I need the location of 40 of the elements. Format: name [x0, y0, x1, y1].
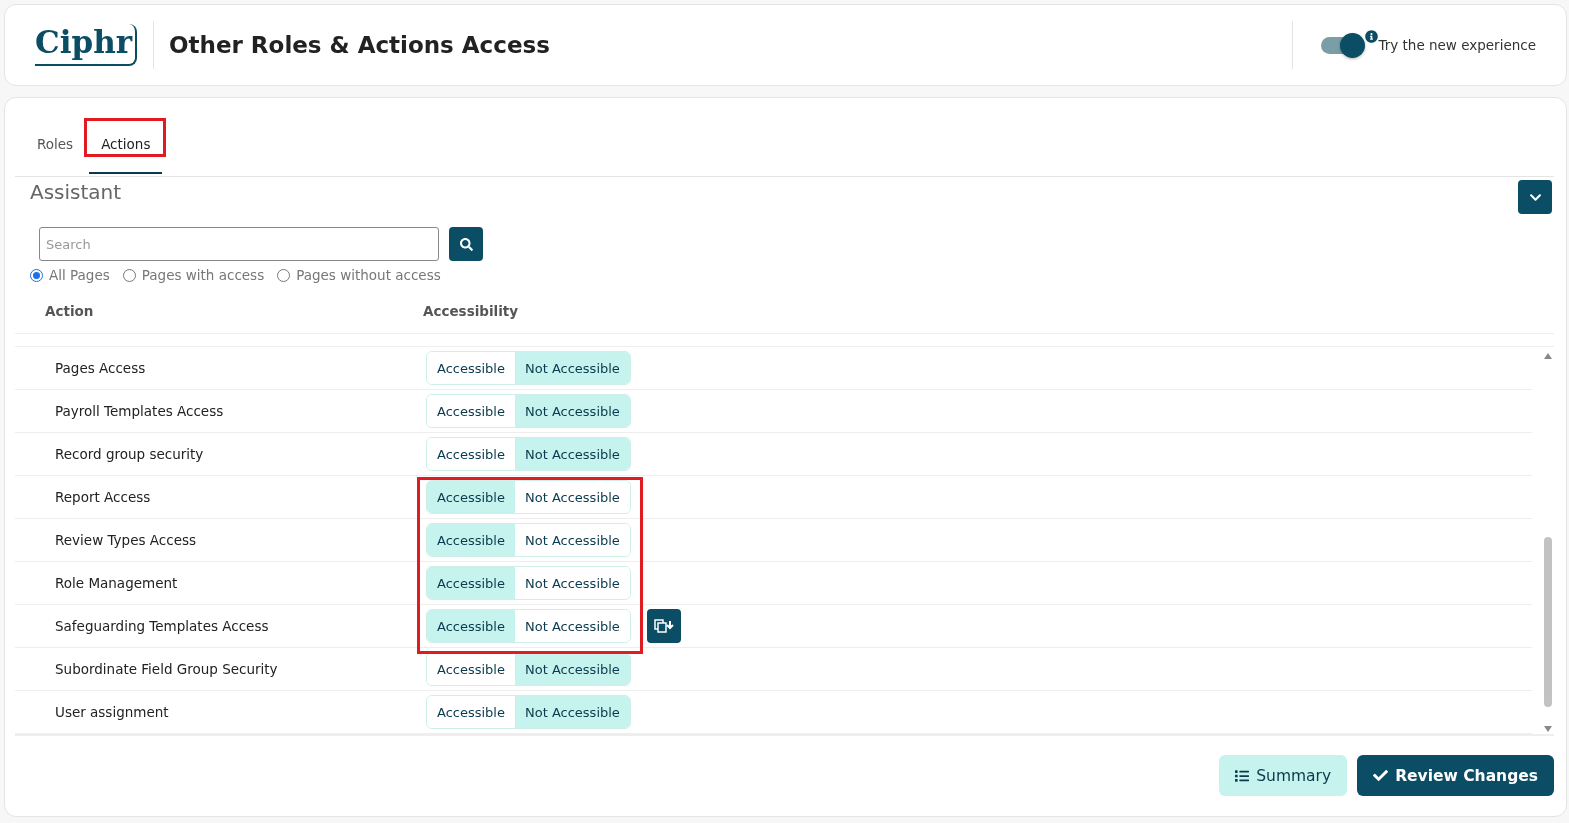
- access-option[interactable]: Accessible: [427, 524, 515, 556]
- review-changes-button[interactable]: Review Changes: [1357, 755, 1554, 796]
- logo: Ciphr: [35, 24, 137, 66]
- access-option[interactable]: Not Accessible: [515, 438, 630, 470]
- access-option[interactable]: Not Accessible: [515, 696, 630, 728]
- action-name: Role Management: [55, 575, 179, 591]
- radio-label: All Pages: [49, 267, 110, 283]
- action-name: Review Types Access: [55, 532, 197, 548]
- access-option[interactable]: Accessible: [427, 610, 515, 642]
- tab[interactable]: Roles: [25, 116, 86, 174]
- column-header: Action: [45, 303, 95, 321]
- check-icon: [1373, 768, 1389, 783]
- radio-label: Pages with access: [141, 267, 265, 283]
- radio-label: Pages without access: [296, 267, 441, 283]
- tab[interactable]: Actions: [89, 116, 163, 174]
- section-title: Assistant: [30, 180, 122, 204]
- access-option[interactable]: Not Accessible: [515, 653, 630, 685]
- summary-button[interactable]: Summary: [1219, 755, 1348, 796]
- action-name: User assignment: [55, 704, 170, 720]
- list-icon: [1235, 768, 1250, 783]
- action-name: Pages Access: [55, 360, 147, 376]
- page-title: Other Roles & Actions Access: [169, 32, 551, 58]
- copy-button[interactable]: [646, 609, 681, 643]
- access-option[interactable]: Accessible: [427, 567, 515, 599]
- action-name: Report Access: [55, 489, 152, 505]
- search-button[interactable]: [449, 227, 483, 261]
- column-header: Accessibility: [423, 303, 520, 321]
- toggle-label: Try the new experience: [1378, 37, 1536, 53]
- info-icon: [1365, 29, 1379, 43]
- action-name: Payroll Templates Access: [55, 403, 225, 419]
- search-icon: [459, 237, 473, 251]
- access-option[interactable]: Not Accessible: [515, 395, 630, 427]
- access-option[interactable]: Not Accessible: [515, 352, 630, 384]
- copy-download-icon: [653, 619, 674, 633]
- action-name: Record group security: [55, 446, 205, 462]
- action-name: Safeguarding Templates Access: [55, 618, 270, 634]
- access-option[interactable]: Accessible: [427, 481, 515, 513]
- collapse-button[interactable]: [1518, 180, 1552, 214]
- search-field[interactable]: Search: [39, 227, 439, 261]
- action-name: Subordinate Field Group Security: [55, 661, 279, 677]
